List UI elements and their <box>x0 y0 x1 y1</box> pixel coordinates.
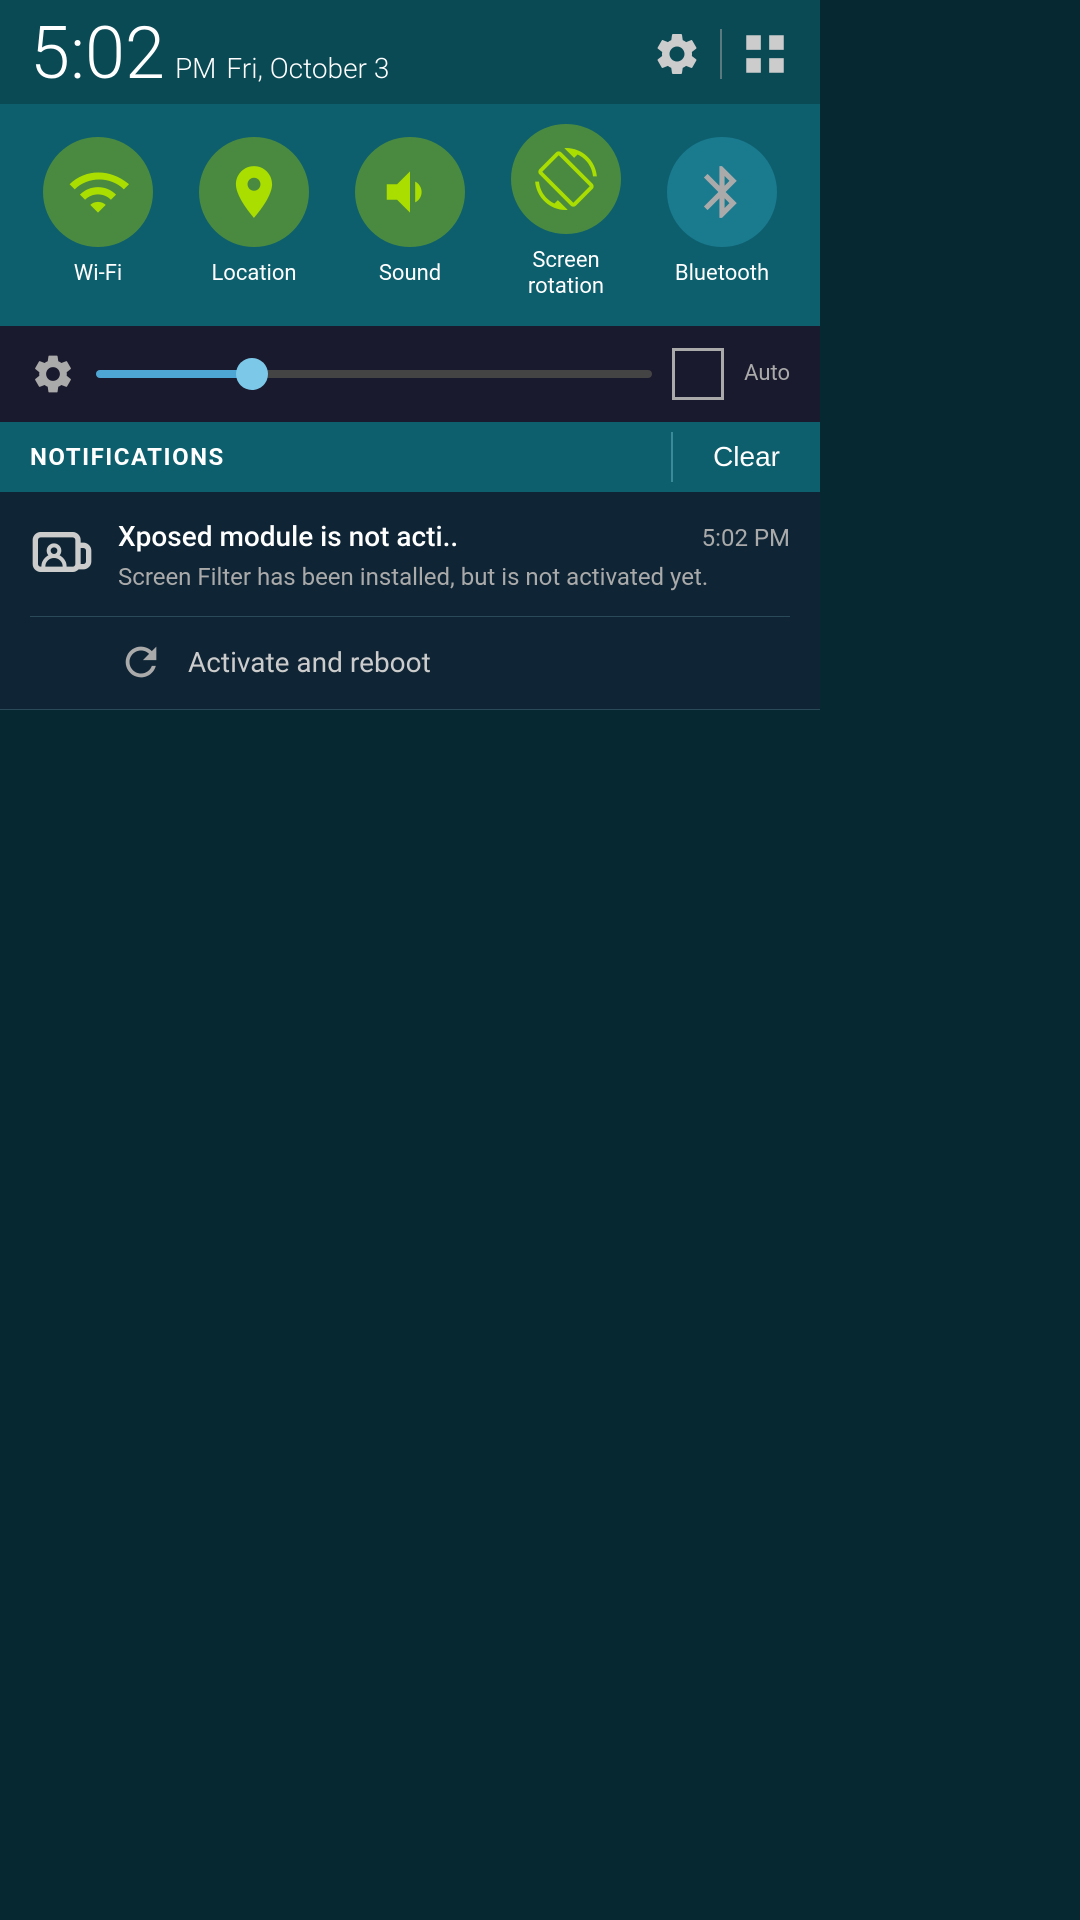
sound-icon <box>379 161 441 223</box>
location-icon-circle <box>199 137 309 247</box>
wifi-icon <box>67 161 129 223</box>
quick-toggle-wifi[interactable]: Wi-Fi <box>43 137 153 287</box>
notification-action-label: Activate and reboot <box>188 646 431 679</box>
clock-ampm: PM <box>175 52 216 85</box>
notification-action-row[interactable]: Activate and reboot <box>30 617 790 709</box>
auto-brightness-checkbox[interactable] <box>672 348 724 400</box>
bluetooth-icon <box>691 161 753 223</box>
screen-rotation-icon-circle <box>511 124 621 234</box>
refresh-icon <box>118 639 164 685</box>
screen-rotation-label: Screenrotation <box>528 248 604 301</box>
notification-title: Xposed module is not acti.. <box>118 520 458 553</box>
screen-rotation-icon <box>535 148 597 210</box>
location-icon <box>223 161 285 223</box>
notification-time: 5:02 PM <box>702 524 790 552</box>
notification-text-content: Xposed module is not acti.. 5:02 PM Scre… <box>118 520 790 595</box>
quick-toggle-bluetooth[interactable]: Bluetooth <box>667 137 777 287</box>
notification-body: Screen Filter has been installed, but is… <box>118 563 708 591</box>
sound-label: Sound <box>379 261 441 287</box>
bluetooth-icon-circle <box>667 137 777 247</box>
status-time-group: 5:02 PM Fri, October 3 <box>30 18 389 90</box>
auto-brightness-label: Auto <box>744 361 790 386</box>
notification-title-row: Xposed module is not acti.. 5:02 PM <box>118 520 790 553</box>
quick-toggle-location[interactable]: Location <box>199 137 309 287</box>
settings-icon[interactable] <box>652 29 702 79</box>
wifi-label: Wi-Fi <box>74 261 122 287</box>
notification-card: Xposed module is not acti.. 5:02 PM Scre… <box>0 492 820 710</box>
notification-app-icon <box>30 524 94 588</box>
status-bar: 5:02 PM Fri, October 3 <box>0 0 820 104</box>
notification-main-content: Xposed module is not acti.. 5:02 PM Scre… <box>30 520 790 595</box>
clear-notifications-button[interactable]: Clear <box>673 422 820 492</box>
location-label: Location <box>211 261 296 287</box>
wifi-icon-circle <box>43 137 153 247</box>
clock-time: 5:02 <box>30 18 165 90</box>
quick-icons-row: Wi-Fi Location Sound <box>20 124 800 301</box>
notifications-title: NOTIFICATIONS <box>0 422 671 492</box>
brightness-slider[interactable] <box>96 370 652 378</box>
grid-icon[interactable] <box>740 29 790 79</box>
empty-notification-area <box>0 710 820 1510</box>
notifications-header: NOTIFICATIONS Clear <box>0 422 820 492</box>
brightness-thumb <box>236 358 268 390</box>
quick-toggle-sound[interactable]: Sound <box>355 137 465 287</box>
brightness-settings-icon[interactable] <box>30 351 76 397</box>
brightness-row: Auto <box>0 326 820 422</box>
status-divider <box>720 29 722 79</box>
quick-toggle-screen-rotation[interactable]: Screenrotation <box>511 124 621 301</box>
quick-settings-panel: Wi-Fi Location Sound <box>0 104 820 326</box>
brightness-fill <box>96 370 252 378</box>
sound-icon-circle <box>355 137 465 247</box>
status-date: Fri, October 3 <box>226 52 389 85</box>
bluetooth-label: Bluetooth <box>675 261 769 287</box>
status-icons-group <box>652 29 790 79</box>
